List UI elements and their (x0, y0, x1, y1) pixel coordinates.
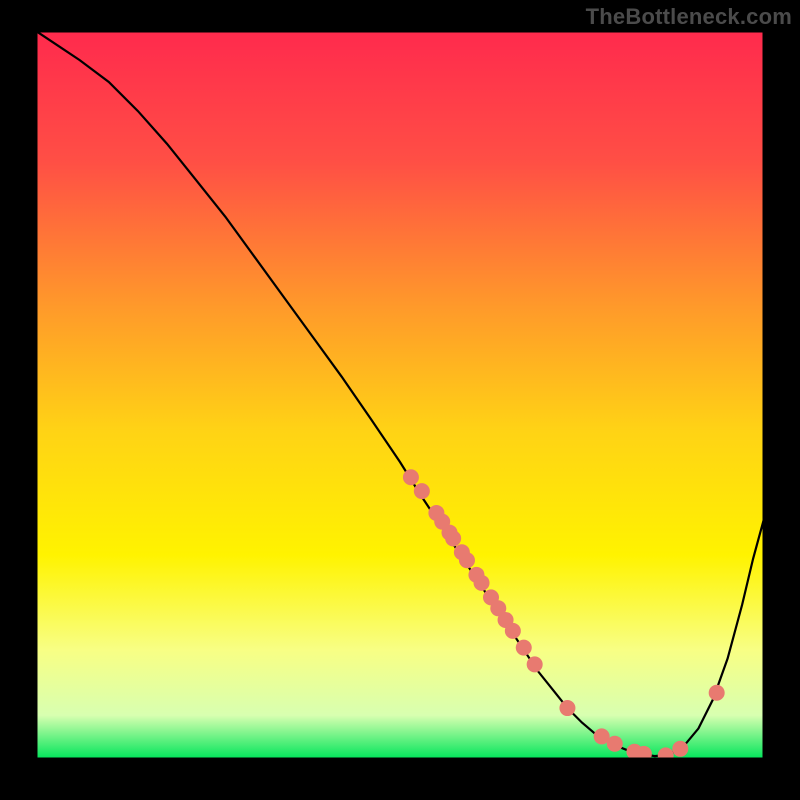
highlight-dot (414, 483, 430, 499)
highlight-dot (559, 700, 575, 716)
highlight-dot (474, 575, 490, 591)
highlight-dot (445, 530, 461, 546)
watermark-text: TheBottleneck.com (586, 4, 792, 30)
highlight-dot (527, 656, 543, 672)
highlight-dot (709, 685, 725, 701)
gradient-background (36, 31, 764, 759)
highlight-dot (505, 623, 521, 639)
bottleneck-curve-chart (36, 31, 764, 759)
highlight-dot (403, 469, 419, 485)
highlight-dot (459, 552, 475, 568)
highlight-dot (607, 736, 623, 752)
highlight-dot (672, 741, 688, 757)
chart-container: TheBottleneck.com (0, 0, 800, 800)
highlight-dot (516, 640, 532, 656)
